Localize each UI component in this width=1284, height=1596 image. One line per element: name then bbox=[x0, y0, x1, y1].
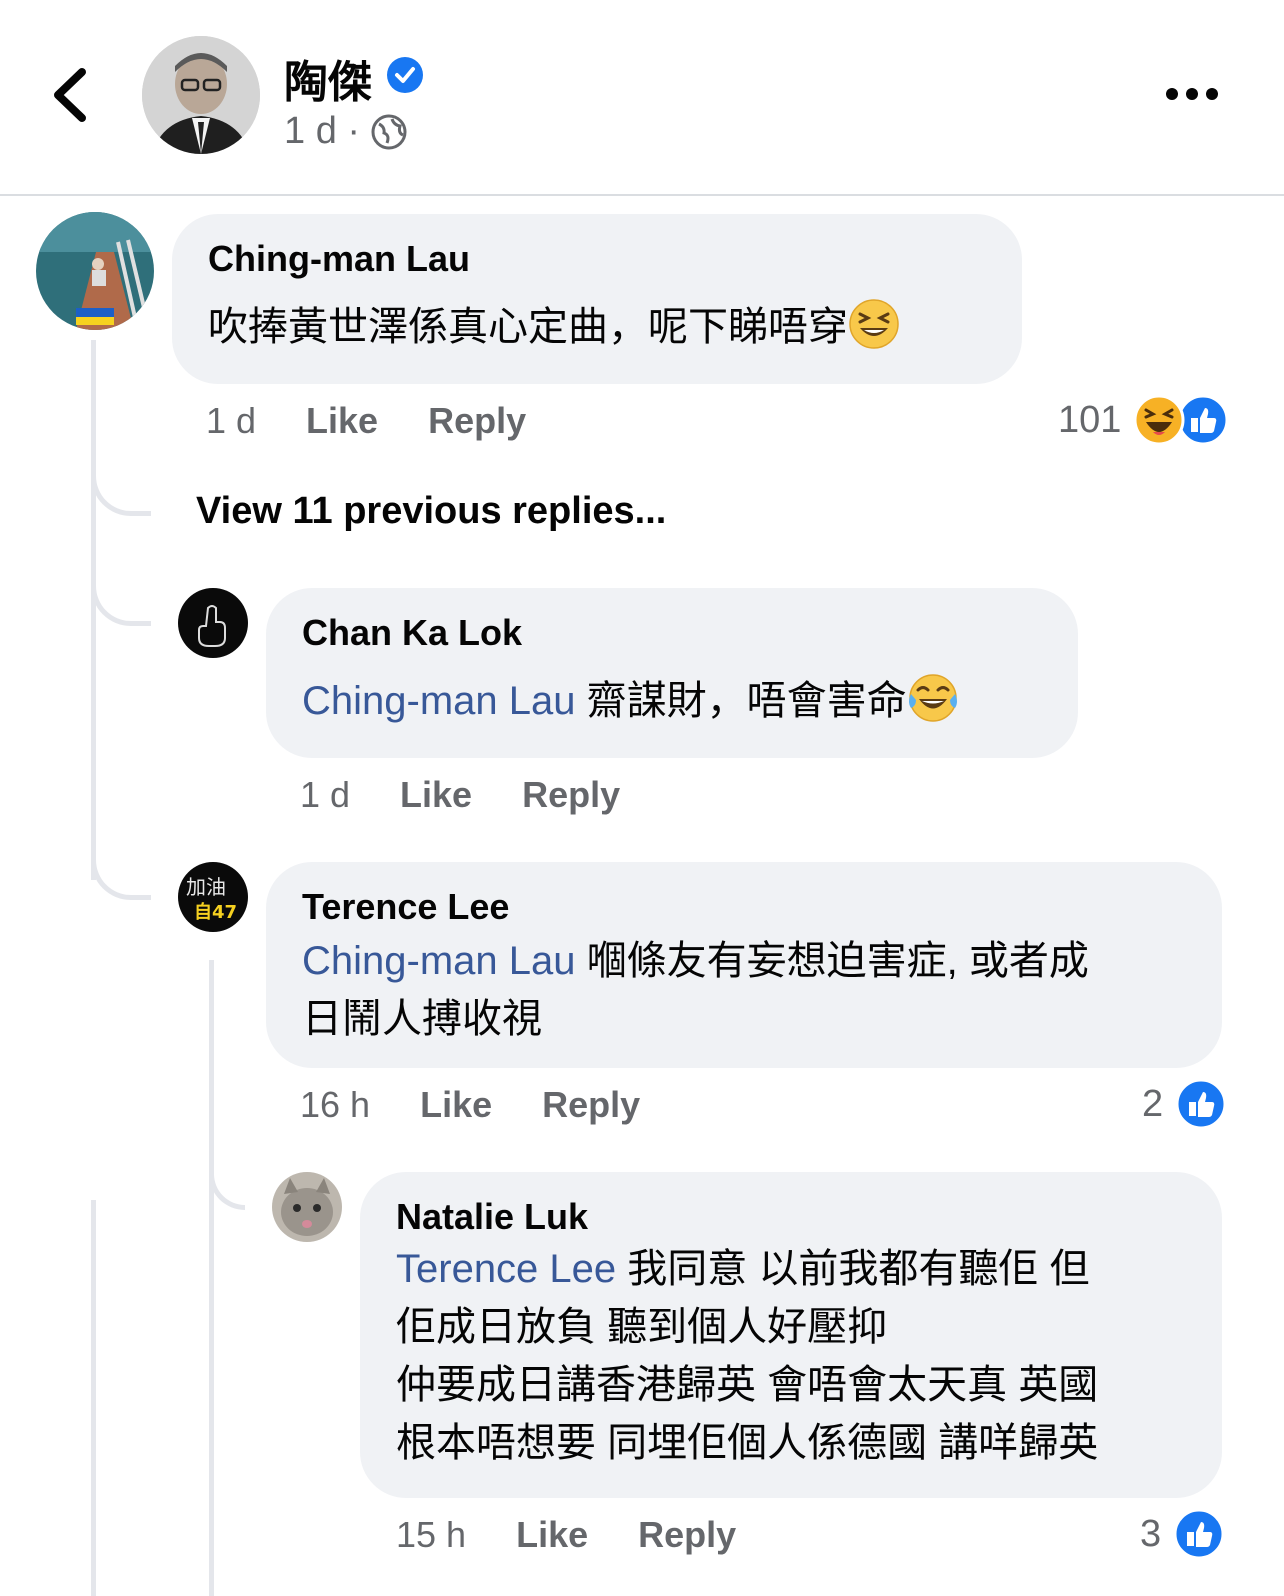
comment-text: 吹捧黃世澤係真心定曲，呢下睇唔穿 bbox=[208, 305, 848, 349]
svg-text:自47: 自47 bbox=[194, 901, 237, 923]
chevron-left-icon bbox=[54, 68, 86, 122]
commenter-avatar[interactable] bbox=[178, 588, 248, 658]
reply-text-line: 嗰條友有妄想迫害症, 或者成 bbox=[575, 939, 1089, 983]
commenter-avatar[interactable] bbox=[272, 1172, 342, 1242]
reply-bubble[interactable]: Natalie Luk Terence Lee 我同意 以前我都有聽佢 但 佢成… bbox=[360, 1172, 1222, 1498]
view-previous-replies-link[interactable]: View 11 previous replies... bbox=[196, 490, 666, 533]
author-name[interactable]: 陶傑 bbox=[284, 46, 372, 110]
reply-button[interactable]: Reply bbox=[428, 400, 526, 442]
reply-bubble[interactable]: Chan Ka Lok Ching-man Lau 齋謀財，唔會害命 bbox=[266, 588, 1078, 758]
reply-actions: 16 h Like Reply bbox=[300, 1084, 640, 1126]
reply-text: 齋謀財，唔會害命 bbox=[575, 679, 907, 723]
commenter-avatar[interactable] bbox=[36, 212, 154, 330]
reaction-summary[interactable]: 101 bbox=[1058, 394, 1229, 446]
comment-author[interactable]: Ching-man Lau bbox=[208, 238, 986, 280]
more-options-button[interactable] bbox=[1160, 76, 1224, 112]
like-reaction-icon bbox=[1175, 1078, 1227, 1130]
mention-link[interactable]: Ching-man Lau bbox=[302, 679, 576, 723]
like-reaction-icon bbox=[1173, 1508, 1225, 1560]
reply-text-line: 佢成日放負 聽到個人好壓抑 bbox=[396, 1305, 888, 1349]
reaction-summary[interactable]: 2 bbox=[1142, 1078, 1227, 1130]
grinning-squinting-emoji bbox=[849, 299, 899, 349]
thread-line-main bbox=[91, 340, 96, 880]
reaction-summary[interactable]: 3 bbox=[1140, 1508, 1225, 1560]
thread-line-main-tail bbox=[91, 1200, 96, 1596]
reply-button[interactable]: Reply bbox=[542, 1084, 640, 1126]
commenter-avatar[interactable]: 加油 自47 bbox=[178, 862, 248, 932]
comment-actions: 1 d Like Reply bbox=[206, 400, 526, 442]
reply-actions: 15 h Like Reply bbox=[396, 1514, 736, 1556]
reaction-count: 3 bbox=[1140, 1512, 1162, 1555]
reply-button[interactable]: Reply bbox=[522, 774, 620, 816]
verified-badge-icon bbox=[387, 57, 423, 93]
thread-connector bbox=[91, 560, 151, 626]
reply-button[interactable]: Reply bbox=[638, 1514, 736, 1556]
more-horizontal-icon bbox=[1166, 88, 1218, 100]
reply-author[interactable]: Natalie Luk bbox=[396, 1196, 1186, 1238]
reaction-count: 2 bbox=[1142, 1082, 1164, 1125]
mention-link[interactable]: Terence Lee bbox=[396, 1247, 616, 1291]
haha-reaction-icon bbox=[1133, 394, 1185, 446]
thread-connector bbox=[91, 440, 151, 516]
thread-line-nested bbox=[209, 960, 214, 1596]
globe-icon bbox=[371, 114, 407, 149]
reply-author[interactable]: Terence Lee bbox=[302, 886, 1186, 928]
author-avatar[interactable] bbox=[142, 36, 260, 154]
like-button[interactable]: Like bbox=[420, 1084, 492, 1126]
tears-of-joy-emoji bbox=[908, 674, 957, 722]
reply-bubble[interactable]: Terence Lee Ching-man Lau 嗰條友有妄想迫害症, 或者成… bbox=[266, 862, 1222, 1068]
back-button[interactable] bbox=[44, 60, 104, 130]
mention-link[interactable]: Ching-man Lau bbox=[302, 939, 576, 983]
reply-actions: 1 d Like Reply bbox=[300, 774, 620, 816]
reply-text-line: 仲要成日講香港歸英 會唔會太天真 英國 bbox=[396, 1363, 1099, 1407]
like-button[interactable]: Like bbox=[306, 400, 378, 442]
thread-connector bbox=[91, 830, 151, 900]
svg-text:加油: 加油 bbox=[186, 875, 226, 899]
reply-timestamp[interactable]: 16 h bbox=[300, 1084, 370, 1126]
thread-connector bbox=[209, 1140, 245, 1210]
comment-bubble[interactable]: Ching-man Lau 吹捧黃世澤係真心定曲，呢下睇唔穿 bbox=[172, 214, 1022, 384]
post-header: 陶傑 1 d · bbox=[0, 0, 1284, 196]
post-timestamp[interactable]: 1 d · bbox=[284, 110, 360, 153]
comment-timestamp[interactable]: 1 d bbox=[206, 400, 256, 442]
reply-timestamp[interactable]: 1 d bbox=[300, 774, 350, 816]
like-button[interactable]: Like bbox=[516, 1514, 588, 1556]
reply-timestamp[interactable]: 15 h bbox=[396, 1514, 466, 1556]
reply-author[interactable]: Chan Ka Lok bbox=[302, 612, 1042, 654]
reply-text-line: 日鬧人搏收視 bbox=[302, 997, 542, 1041]
like-button[interactable]: Like bbox=[400, 774, 472, 816]
reply-text-line: 根本唔想要 同埋佢個人係德國 講咩歸英 bbox=[396, 1421, 1099, 1465]
post-meta: 1 d · bbox=[284, 110, 408, 153]
reaction-count: 101 bbox=[1058, 398, 1122, 441]
reply-text-line: 我同意 以前我都有聽佢 但 bbox=[616, 1247, 1090, 1291]
